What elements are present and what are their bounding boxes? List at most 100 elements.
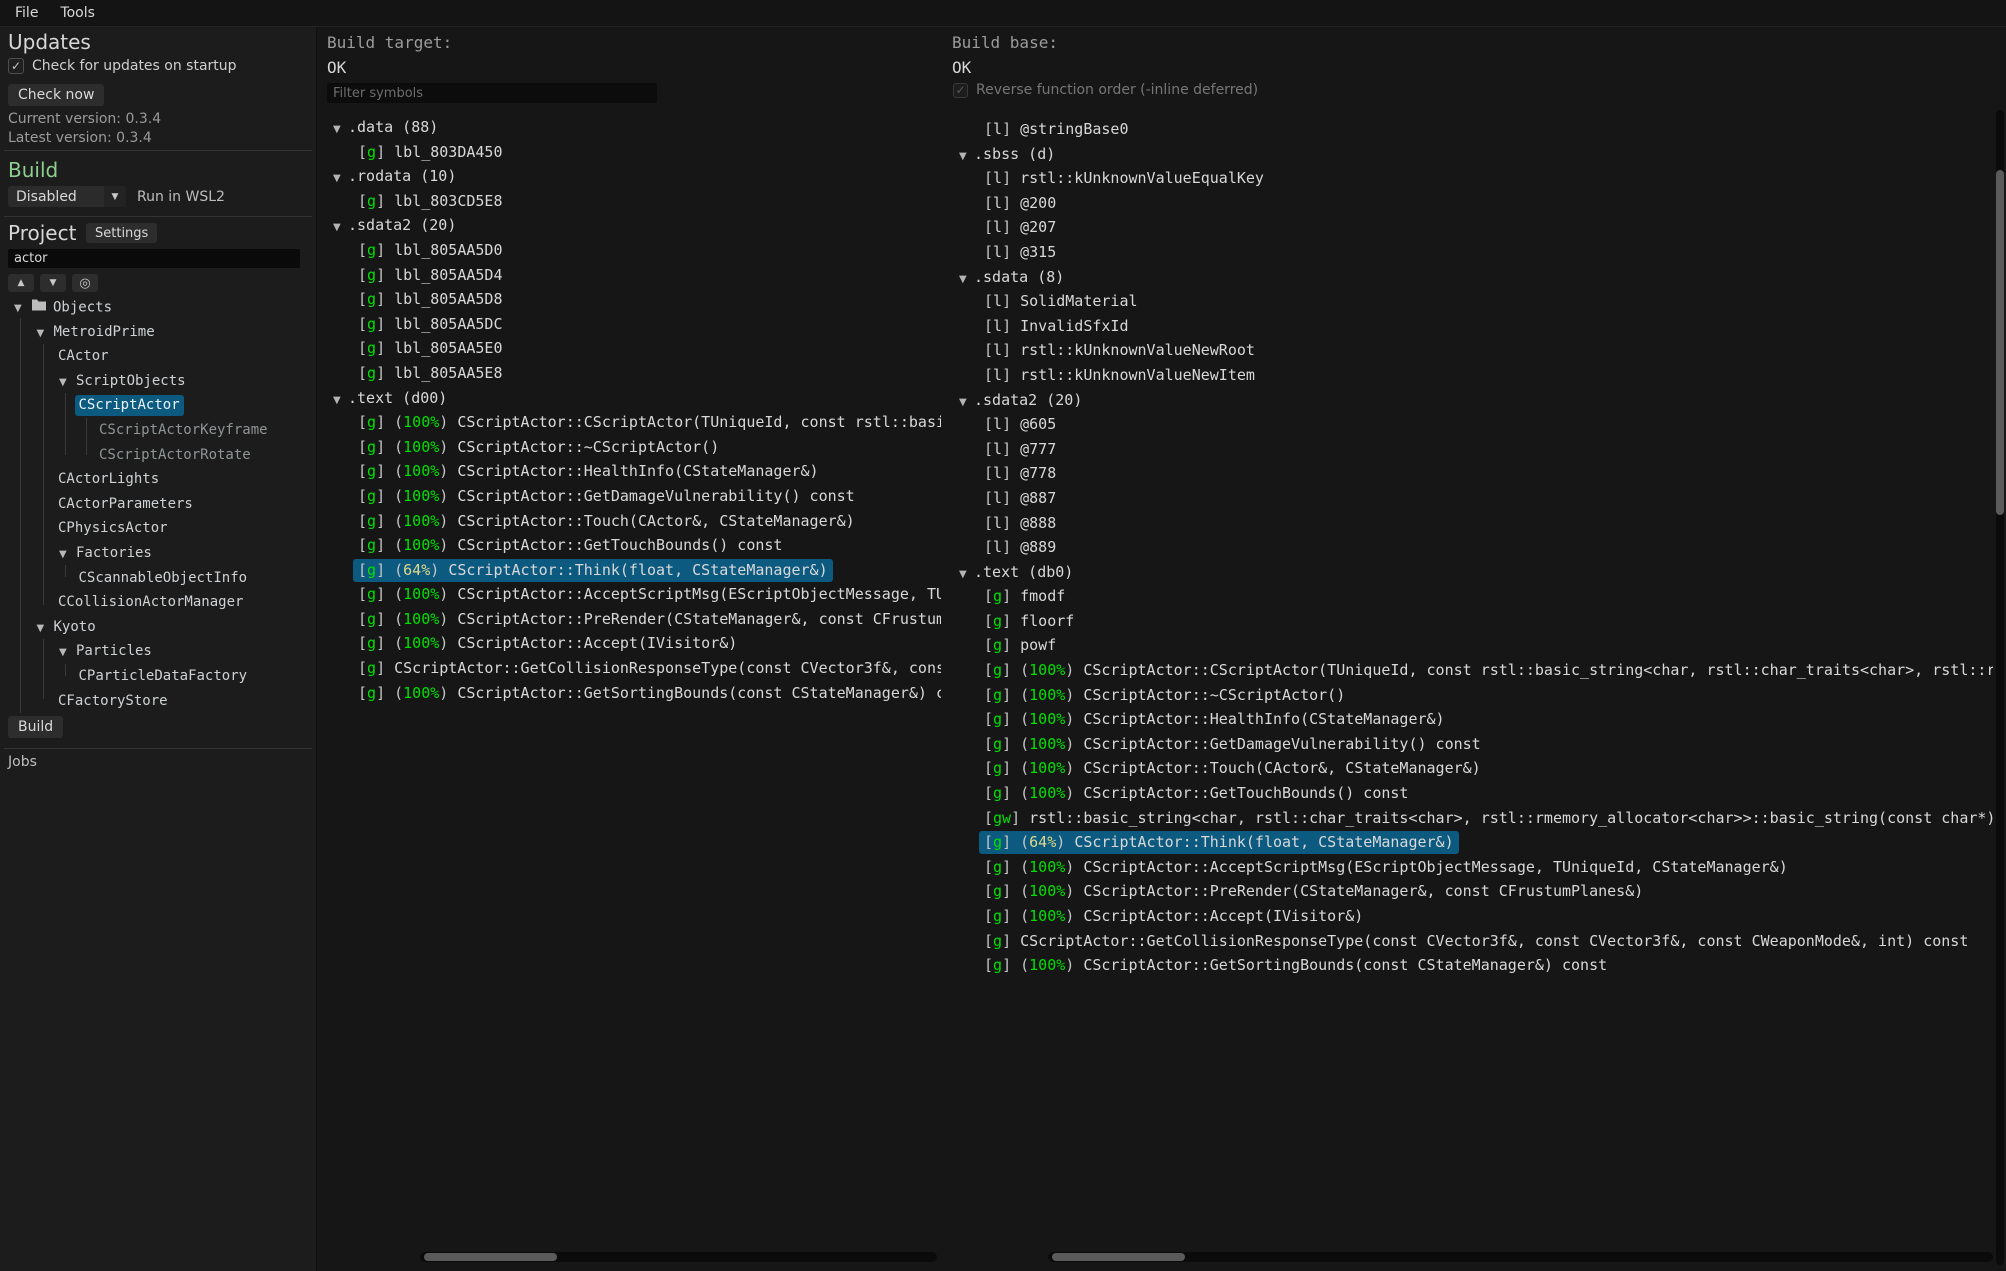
tree-item-cactorparameters[interactable]: CActorParameters: [0, 492, 317, 517]
symbol-row[interactable]: [g] lbl_803CD5E8: [327, 189, 941, 214]
base-horizontal-scrollbar-thumb[interactable]: [1052, 1253, 1185, 1261]
symbol-name: CScriptActor::GetSortingBounds(const CSt…: [1083, 956, 1607, 974]
symbol-row[interactable]: [g] CScriptActor::GetCollisionResponseTy…: [327, 656, 941, 681]
section-row[interactable]: ▼.data (88): [327, 115, 941, 140]
symbol-name: CScriptActor::GetSortingBounds(const CSt…: [457, 684, 941, 702]
symbol-row[interactable]: [g] (100%) CScriptActor::GetDamageVulner…: [327, 484, 941, 509]
symbol-row[interactable]: [g] CScriptActor::GetCollisionResponseTy…: [953, 929, 1993, 954]
build-button[interactable]: Build: [8, 716, 63, 738]
build-mode-dropdown[interactable]: Disabled ▼: [8, 186, 126, 207]
symbol-row[interactable]: [g] fmodf: [953, 584, 1993, 609]
symbol-row[interactable]: [g] (100%) CScriptActor::HealthInfo(CSta…: [327, 459, 941, 484]
tree-folder-metroidprime[interactable]: ▼MetroidPrime: [0, 320, 317, 345]
menu-file[interactable]: File: [4, 2, 49, 24]
check-now-button[interactable]: Check now: [8, 84, 104, 106]
tree-folder-scriptobjects[interactable]: ▼ScriptObjects: [0, 369, 317, 394]
symbol-row[interactable]: [l] @207: [953, 215, 1993, 240]
reverse-function-order-checkbox[interactable]: ✓ Reverse function order (-inline deferr…: [953, 82, 1258, 98]
tree-item-cscannableobjectinfo[interactable]: CScannableObjectInfo: [0, 566, 317, 591]
section-row[interactable]: ▼.text (db0): [953, 560, 1993, 585]
tree-item-cscriptactor[interactable]: CScriptActor: [0, 393, 317, 418]
section-row[interactable]: ▼.sdata2 (20): [953, 388, 1993, 413]
symbol-row[interactable]: [g] (100%) CScriptActor::GetTouchBounds(…: [327, 533, 941, 558]
target-horizontal-scrollbar-thumb[interactable]: [424, 1253, 557, 1261]
symbol-row[interactable]: [g] lbl_805AA5D4: [327, 263, 941, 288]
symbol-row[interactable]: [l] @777: [953, 437, 1993, 462]
symbol-row[interactable]: [l] @315: [953, 240, 1993, 265]
symbol-row[interactable]: [g] (64%) CScriptActor::Think(float, CSt…: [953, 830, 1993, 855]
symbol-row[interactable]: [g] (100%) CScriptActor::~CScriptActor(): [953, 683, 1993, 708]
expand-all-button[interactable]: ▼: [40, 274, 66, 292]
symbol-row[interactable]: [gw] rstl::basic_string<char, rstl::char…: [953, 806, 1993, 831]
section-row[interactable]: ▼.sbss (d): [953, 142, 1993, 167]
symbol-scope-flag: l: [993, 514, 1002, 532]
symbol-row[interactable]: [g] (100%) CScriptActor::PreRender(CStat…: [953, 879, 1993, 904]
symbol-row[interactable]: [g] (100%) CScriptActor::GetSortingBound…: [953, 953, 1993, 978]
symbol-row[interactable]: [l] @889: [953, 535, 1993, 560]
symbol-row[interactable]: [l] @stringBase0: [953, 117, 1993, 142]
section-row[interactable]: ▼.rodata (10): [327, 164, 941, 189]
check-updates-checkbox[interactable]: ✓ Check for updates on startup: [8, 58, 237, 74]
symbol-row[interactable]: [l] @888: [953, 511, 1993, 536]
tree-folder-kyoto[interactable]: ▼Kyoto: [0, 615, 317, 640]
locate-current-object-button[interactable]: ◎: [72, 274, 98, 292]
tree-item-cfactorystore[interactable]: CFactoryStore: [0, 689, 317, 714]
symbol-row[interactable]: [l] rstl::kUnknownValueNewItem: [953, 363, 1993, 388]
tree-item-cphysicsactor[interactable]: CPhysicsActor: [0, 516, 317, 541]
project-filter-input[interactable]: [8, 249, 300, 268]
symbol-row[interactable]: [l] @605: [953, 412, 1993, 437]
symbol-row[interactable]: [g] (100%) CScriptActor::AcceptScriptMsg…: [953, 855, 1993, 880]
symbol-row[interactable]: [g] (100%) CScriptActor::CScriptActor(TU…: [327, 410, 941, 435]
symbol-row[interactable]: [l] rstl::kUnknownValueEqualKey: [953, 166, 1993, 191]
symbol-row[interactable]: [l] @778: [953, 461, 1993, 486]
vertical-scrollbar-thumb[interactable]: [1996, 170, 2004, 515]
symbol-row[interactable]: [g] floorf: [953, 609, 1993, 634]
symbol-row[interactable]: [g] (100%) CScriptActor::HealthInfo(CSta…: [953, 707, 1993, 732]
symbol-row[interactable]: [g] lbl_805AA5D8: [327, 287, 941, 312]
symbol-row[interactable]: [g] (100%) CScriptActor::Accept(IVisitor…: [327, 631, 941, 656]
symbol-row[interactable]: [g] (100%) CScriptActor::GetSortingBound…: [327, 681, 941, 706]
symbol-row[interactable]: [g] (100%) CScriptActor::Touch(CActor&, …: [327, 509, 941, 534]
symbol-row[interactable]: [g] powf: [953, 633, 1993, 658]
symbol-row[interactable]: [g] lbl_805AA5D0: [327, 238, 941, 263]
symbol-row[interactable]: [l] InvalidSfxId: [953, 314, 1993, 339]
tree-item-cscriptactorrotate[interactable]: CScriptActorRotate: [0, 443, 317, 468]
tree-folder-particles[interactable]: ▼Particles: [0, 639, 317, 664]
symbol-row[interactable]: [g] (100%) CScriptActor::Touch(CActor&, …: [953, 756, 1993, 781]
base-horizontal-scrollbar-track[interactable]: [1048, 1252, 1993, 1262]
collapse-triangle-icon: ▼: [959, 268, 974, 293]
symbol-text: [l] InvalidSfxId: [984, 317, 1129, 335]
symbol-row[interactable]: [g] lbl_805AA5DC: [327, 312, 941, 337]
symbol-row[interactable]: [g] (100%) CScriptActor::PreRender(CStat…: [327, 607, 941, 632]
symbol-row[interactable]: [g] lbl_803DA450: [327, 140, 941, 165]
section-row[interactable]: ▼.text (d00): [327, 386, 941, 411]
tree-item-cparticledatafactory[interactable]: CParticleDataFactory: [0, 664, 317, 689]
section-row[interactable]: ▼.sdata (8): [953, 265, 1993, 290]
section-row[interactable]: ▼.sdata2 (20): [327, 213, 941, 238]
tree-folder-objects[interactable]: ▼Objects: [0, 295, 317, 320]
symbol-row[interactable]: [g] (100%) CScriptActor::CScriptActor(TU…: [953, 658, 1993, 683]
tree-item-cactorlights[interactable]: CActorLights: [0, 467, 317, 492]
filter-symbols-input[interactable]: [327, 83, 657, 103]
collapse-all-button[interactable]: ▲: [8, 274, 34, 292]
symbol-row[interactable]: [g] (100%) CScriptActor::Accept(IVisitor…: [953, 904, 1993, 929]
tree-folder-factories[interactable]: ▼Factories: [0, 541, 317, 566]
tree-item-ccollisionactormanager[interactable]: CCollisionActorManager: [0, 590, 317, 615]
tree-item-cscriptactorkeyframe[interactable]: CScriptActorKeyframe: [0, 418, 317, 443]
symbol-row[interactable]: [g] (64%) CScriptActor::Think(float, CSt…: [327, 558, 941, 583]
tree-item-cactor[interactable]: CActor: [0, 344, 317, 369]
symbol-row[interactable]: [l] @887: [953, 486, 1993, 511]
symbol-row[interactable]: [g] lbl_805AA5E8: [327, 361, 941, 386]
symbol-row[interactable]: [g] (100%) CScriptActor::GetTouchBounds(…: [953, 781, 1993, 806]
symbol-row[interactable]: [g] (100%) CScriptActor::GetDamageVulner…: [953, 732, 1993, 757]
symbol-row[interactable]: [l] rstl::kUnknownValueNewRoot: [953, 338, 1993, 363]
checkbox-checked-icon[interactable]: ✓: [8, 58, 24, 74]
symbol-row[interactable]: [g] lbl_805AA5E0: [327, 336, 941, 361]
menu-tools[interactable]: Tools: [49, 2, 106, 24]
project-settings-button[interactable]: Settings: [86, 223, 157, 243]
symbol-text: [l] rstl::kUnknownValueNewRoot: [984, 341, 1255, 359]
symbol-row[interactable]: [g] (100%) CScriptActor::AcceptScriptMsg…: [327, 582, 941, 607]
symbol-row[interactable]: [g] (100%) CScriptActor::~CScriptActor(): [327, 435, 941, 460]
symbol-row[interactable]: [l] SolidMaterial: [953, 289, 1993, 314]
symbol-row[interactable]: [l] @200: [953, 191, 1993, 216]
